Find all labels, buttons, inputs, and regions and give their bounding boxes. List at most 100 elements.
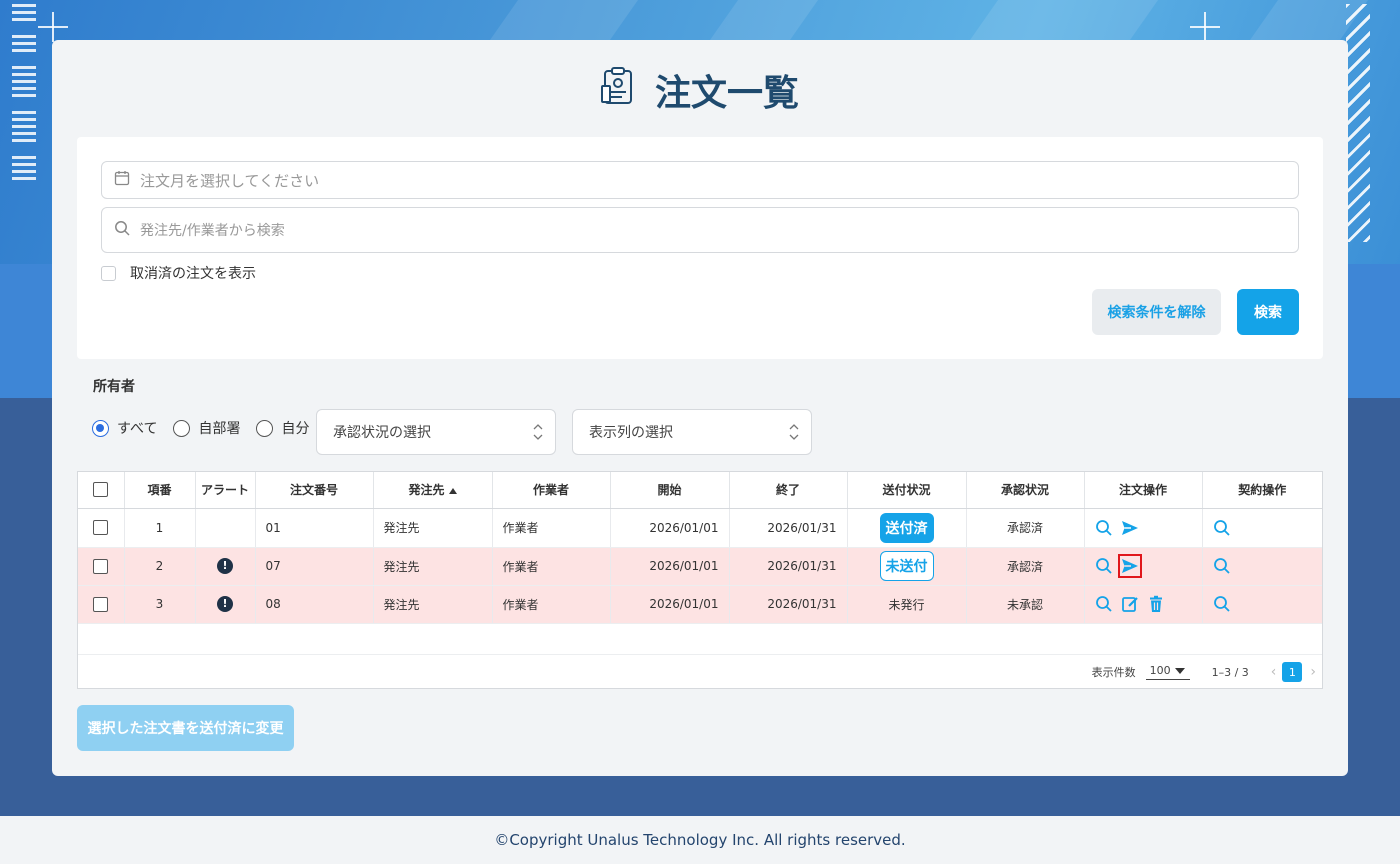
cell-send-status: 送付済 <box>847 508 967 548</box>
radio-label: 自分 <box>281 421 310 437</box>
display-columns-select[interactable]: 表示列の選択 <box>572 409 812 455</box>
display-columns-select-label: 表示列の選択 <box>589 425 673 441</box>
owner-radio-group: すべて 自部署 自分 <box>92 418 325 438</box>
row-select-cell <box>78 547 125 586</box>
clear-filters-button[interactable]: 検索条件を解除 <box>1092 289 1221 335</box>
cell-vendor: 発注先 <box>373 585 493 624</box>
main-card: 注文一覧 注文月を選択してください 発注先/作業者から検索 取消済の注文を表示 … <box>52 40 1348 776</box>
approval-status-select-label: 承認状況の選択 <box>333 425 431 441</box>
radio-button[interactable] <box>173 419 191 437</box>
search-panel: 注文月を選択してください 発注先/作業者から検索 取消済の注文を表示 検索条件を… <box>77 137 1323 359</box>
cell-alert: ! <box>195 585 256 624</box>
order-month-picker[interactable]: 注文月を選択してください <box>101 161 1299 199</box>
prev-page-button[interactable]: ‹ <box>1271 664 1277 680</box>
pagination: 表示件数 100 1–3 / 3 ‹ 1 › <box>78 655 1322 689</box>
per-page-label: 表示件数 <box>1091 666 1136 679</box>
view-contract-search-icon[interactable] <box>1213 519 1231 537</box>
owner-radio-self[interactable]: 自分 <box>256 418 309 438</box>
cell-worker: 作業者 <box>492 508 611 548</box>
copyright-text: ©Copyright Unalus Technology Inc. All ri… <box>494 831 906 849</box>
bulk-mark-sent-button[interactable]: 選択した注文書を送付済に変更 <box>77 705 294 751</box>
cell-alert <box>195 508 256 548</box>
decorative-plus <box>1190 12 1220 42</box>
row-checkbox[interactable] <box>93 596 109 612</box>
page-title-text: 注文一覧 <box>654 73 799 114</box>
view-order-search-icon[interactable] <box>1095 519 1113 537</box>
col-send-status[interactable]: 送付状況 <box>847 472 967 509</box>
radio-button[interactable] <box>92 419 109 437</box>
col-no[interactable]: 項番 <box>124 472 196 509</box>
show-cancelled-option: 取消済の注文を表示 <box>101 263 256 283</box>
select-all-checkbox[interactable] <box>93 482 109 498</box>
per-page-value: 100 <box>1149 664 1171 677</box>
cell-order-actions <box>1084 585 1203 624</box>
decorative-hatch <box>1346 4 1370 242</box>
cell-start: 2026/01/01 <box>610 547 730 586</box>
view-order-search-icon[interactable] <box>1095 557 1113 575</box>
col-order-actions: 注文操作 <box>1084 472 1203 509</box>
col-vendor-label: 発注先 <box>408 483 445 498</box>
cell-worker: 作業者 <box>492 547 611 586</box>
select-arrows-icon <box>789 424 799 440</box>
row-checkbox[interactable] <box>93 520 109 535</box>
cell-alert: ! <box>195 547 256 586</box>
footer: ©Copyright Unalus Technology Inc. All ri… <box>0 816 1400 864</box>
search-button[interactable]: 検索 <box>1237 289 1299 335</box>
cell-vendor: 発注先 <box>373 547 493 586</box>
send-order-send-icon[interactable] <box>1121 519 1139 537</box>
owner-radio-department[interactable]: 自部署 <box>173 418 240 438</box>
approval-status-select[interactable]: 承認状況の選択 <box>316 409 556 455</box>
cell-approval: 承認済 <box>966 508 1085 548</box>
next-page-button[interactable]: › <box>1310 664 1316 680</box>
status-badge-unsent: 未送付 <box>879 551 934 581</box>
edit-order-edit-icon[interactable] <box>1121 595 1139 613</box>
table-row: 2 ! 07 発注先 作業者 2026/01/01 2026/01/31 未送付… <box>78 547 1322 586</box>
alert-icon: ! <box>217 596 233 612</box>
page-title: 注文一覧 <box>52 64 1348 116</box>
row-checkbox[interactable] <box>93 558 109 574</box>
page-button-current[interactable]: 1 <box>1282 662 1303 682</box>
send-order-send-icon[interactable] <box>1117 554 1142 578</box>
select-arrows-icon <box>533 424 543 440</box>
sort-asc-icon <box>448 487 457 494</box>
cell-no: 2 <box>124 547 196 586</box>
keyword-search-input[interactable]: 発注先/作業者から検索 <box>101 207 1299 253</box>
cell-contract-actions <box>1202 585 1322 624</box>
cell-order-no: 07 <box>255 547 374 586</box>
owner-radio-all[interactable]: すべて <box>92 418 157 438</box>
col-approval[interactable]: 承認状況 <box>966 472 1085 509</box>
cell-vendor: 発注先 <box>373 508 493 548</box>
view-contract-search-icon[interactable] <box>1213 595 1231 613</box>
calendar-icon <box>114 170 130 190</box>
table-row: 1 01 発注先 作業者 2026/01/01 2026/01/31 送付済 承… <box>78 508 1322 548</box>
cell-end: 2026/01/31 <box>729 585 848 624</box>
col-order-no[interactable]: 注文番号 <box>255 472 374 509</box>
cell-end: 2026/01/31 <box>729 547 848 586</box>
cell-order-actions <box>1084 508 1203 548</box>
show-cancelled-label: 取消済の注文を表示 <box>130 266 256 282</box>
col-end[interactable]: 終了 <box>729 472 848 509</box>
cell-send-status: 未発行 <box>847 585 967 624</box>
col-start[interactable]: 開始 <box>610 472 730 509</box>
per-page-select[interactable]: 100 <box>1145 664 1190 680</box>
col-worker[interactable]: 作業者 <box>492 472 611 509</box>
view-order-search-icon[interactable] <box>1095 595 1113 613</box>
row-select-cell <box>78 585 125 624</box>
delete-order-trash-icon[interactable] <box>1147 595 1165 613</box>
radio-button[interactable] <box>256 419 274 437</box>
row-select-cell <box>78 508 125 548</box>
table-header: 項番 アラート 注文番号 発注先 作業者 開始 終了 送付状況 承認状況 注文操… <box>78 472 1322 509</box>
col-vendor[interactable]: 発注先 <box>373 472 493 509</box>
cell-end: 2026/01/31 <box>729 508 848 548</box>
col-alert[interactable]: アラート <box>195 472 256 509</box>
caret-down-icon <box>1174 667 1185 674</box>
cell-approval: 未承認 <box>966 585 1085 624</box>
cell-contract-actions <box>1202 547 1322 586</box>
show-cancelled-checkbox[interactable] <box>101 265 116 281</box>
page-range: 1–3 / 3 <box>1211 665 1249 679</box>
view-contract-search-icon[interactable] <box>1213 557 1231 575</box>
table-row: 3 ! 08 発注先 作業者 2026/01/01 2026/01/31 未発行… <box>78 585 1322 624</box>
status-badge-sent: 送付済 <box>879 512 934 543</box>
search-icon <box>114 220 130 240</box>
clipboard-icon <box>600 66 637 115</box>
